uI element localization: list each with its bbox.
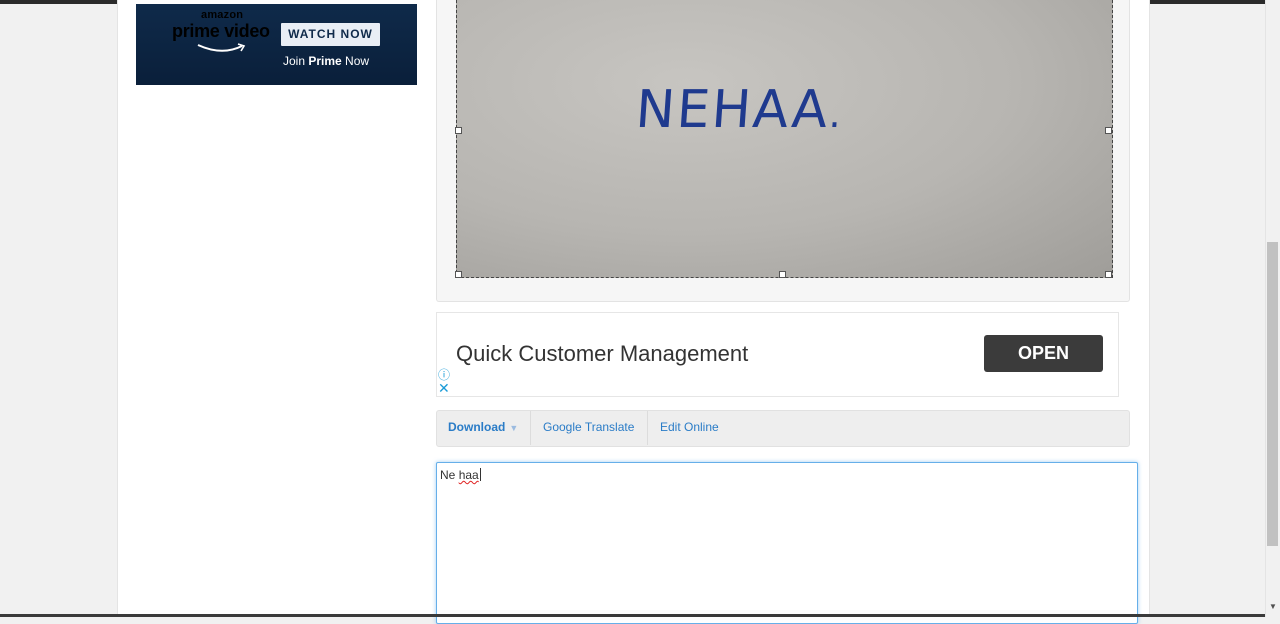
download-dropdown[interactable]: Download ▼ xyxy=(448,410,518,445)
ad-open-button[interactable]: OPEN xyxy=(984,335,1103,372)
ad-title[interactable]: Quick Customer Management xyxy=(456,341,748,367)
ocr-result-textarea[interactable] xyxy=(436,462,1138,624)
result-toolbar xyxy=(436,410,1130,447)
google-translate-link[interactable]: Google Translate xyxy=(543,410,634,445)
watch-now-button[interactable]: WATCH NOW xyxy=(281,23,380,46)
amazon-smile-icon xyxy=(197,43,246,52)
ad-close-icon[interactable]: ✕ xyxy=(438,380,450,397)
prime-video-label: prime video xyxy=(172,21,270,41)
crop-handle-right[interactable] xyxy=(1105,127,1112,134)
ocr-result-text: Ne haa xyxy=(440,468,481,482)
crop-handle-bottom[interactable] xyxy=(779,271,786,278)
caret-down-icon: ▼ xyxy=(509,423,519,433)
text-caret xyxy=(479,468,481,481)
scrollbar-thumb[interactable] xyxy=(1267,242,1278,546)
toolbar-divider xyxy=(647,411,648,445)
crop-handle-left[interactable] xyxy=(455,127,462,134)
download-label: Download xyxy=(448,420,506,434)
scroll-down-arrow-icon[interactable]: ▼ xyxy=(1266,600,1280,614)
handwritten-text-image: NEHAA. xyxy=(633,80,845,140)
toolbar-divider xyxy=(530,411,531,445)
crop-handle-bottom-left[interactable] xyxy=(455,271,462,278)
amazon-brand-label: amazon xyxy=(201,9,244,21)
edit-online-link[interactable]: Edit Online xyxy=(660,410,719,445)
crop-handle-bottom-right[interactable] xyxy=(1105,271,1112,278)
join-prime-text: Join Prime Now xyxy=(283,54,370,68)
